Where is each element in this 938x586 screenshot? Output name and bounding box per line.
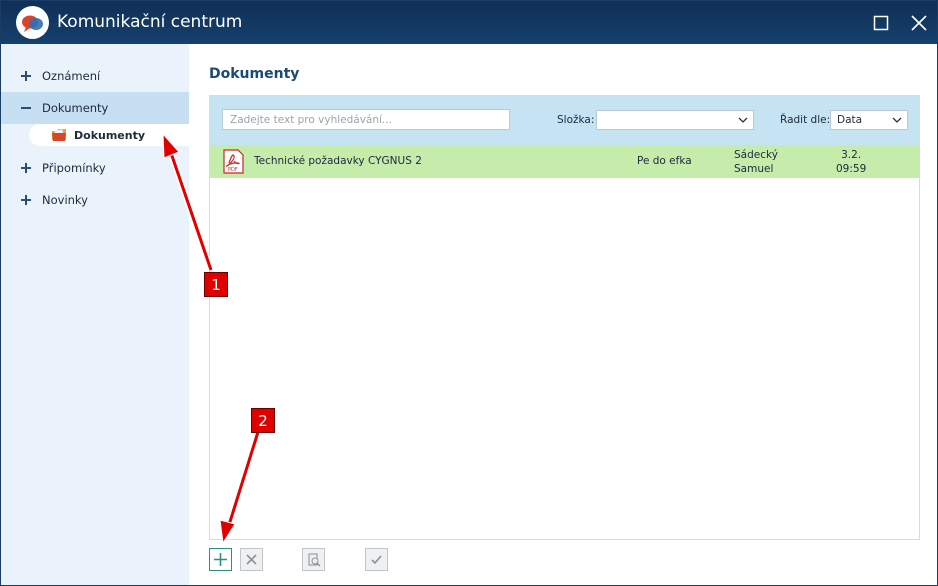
sidebar-item-pripominky[interactable]: Připomínky	[1, 152, 189, 184]
check-icon	[371, 555, 382, 565]
app-logo-icon	[16, 6, 49, 39]
folder-icon	[52, 129, 66, 141]
minus-icon	[21, 107, 31, 109]
annotation-marker-1: 1	[204, 272, 228, 297]
sort-label: Řadit dle:	[780, 114, 831, 126]
sidebar-item-dokumenty[interactable]: Dokumenty	[1, 92, 189, 124]
sidebar-item-label: Dokumenty	[42, 101, 109, 115]
maximize-button[interactable]	[866, 8, 896, 38]
author-firstname: Samuel	[734, 163, 774, 175]
pdf-icon: PDF	[223, 149, 244, 174]
sort-select-value: Data	[837, 114, 863, 126]
author-surname: Sádecký	[734, 149, 778, 161]
document-date: 3.2. 09:59	[836, 148, 866, 176]
document-name: Technické požadavky CYGNUS 2	[254, 155, 422, 167]
search-document-icon	[308, 553, 320, 566]
sidebar-item-novinky[interactable]: Novinky	[1, 184, 189, 216]
document-list: PDF Technické požadavky CYGNUS 2 Pe do e…	[209, 145, 920, 540]
chevron-down-icon	[738, 117, 748, 123]
window-title: Komunikační centrum	[57, 12, 243, 32]
folder-select[interactable]	[596, 110, 754, 130]
filter-bar: Zadejte text pro vyhledávání... Složka: …	[209, 95, 920, 145]
pdf-icon-text: PDF	[228, 167, 238, 173]
annotation-marker-2: 2	[251, 408, 275, 433]
page-title: Dokumenty	[209, 66, 300, 82]
sidebar-item-label: Oznámení	[42, 69, 101, 83]
plus-icon	[21, 71, 31, 81]
folder-filter-label: Složka:	[557, 114, 595, 126]
sidebar-subitem-label: Dokumenty	[74, 128, 146, 142]
plus-icon	[21, 163, 31, 173]
delete-button[interactable]	[240, 548, 263, 571]
search-input[interactable]: Zadejte text pro vyhledávání...	[222, 109, 510, 130]
x-icon	[246, 554, 257, 565]
add-button[interactable]	[209, 548, 232, 571]
close-button[interactable]	[904, 8, 934, 38]
chevron-down-icon	[892, 117, 902, 123]
date-day: 3.2.	[841, 149, 862, 161]
sidebar-subitem-dokumenty[interactable]: Dokumenty	[29, 124, 189, 146]
preview-button[interactable]	[302, 548, 325, 571]
sidebar-item-oznameni[interactable]: Oznámení	[1, 60, 189, 92]
document-folder: Pe do efka	[637, 155, 692, 167]
confirm-button[interactable]	[365, 548, 388, 571]
date-time: 09:59	[836, 163, 867, 175]
plus-icon	[214, 553, 227, 566]
plus-icon	[21, 195, 31, 205]
sidebar: Oznámení Dokumenty Dokumenty Připomínky …	[1, 44, 189, 585]
title-bar: Komunikační centrum	[1, 1, 937, 44]
sort-select[interactable]: Data	[830, 110, 908, 130]
document-author: Sádecký Samuel	[734, 148, 778, 176]
app-window: Komunikační centrum Oznámení Dokumenty D…	[0, 0, 938, 586]
maximize-icon	[873, 15, 889, 31]
sidebar-item-label: Novinky	[42, 193, 88, 207]
sidebar-item-label: Připomínky	[42, 161, 106, 175]
table-row[interactable]: PDF Technické požadavky CYGNUS 2 Pe do e…	[210, 145, 920, 178]
close-icon	[911, 15, 927, 31]
